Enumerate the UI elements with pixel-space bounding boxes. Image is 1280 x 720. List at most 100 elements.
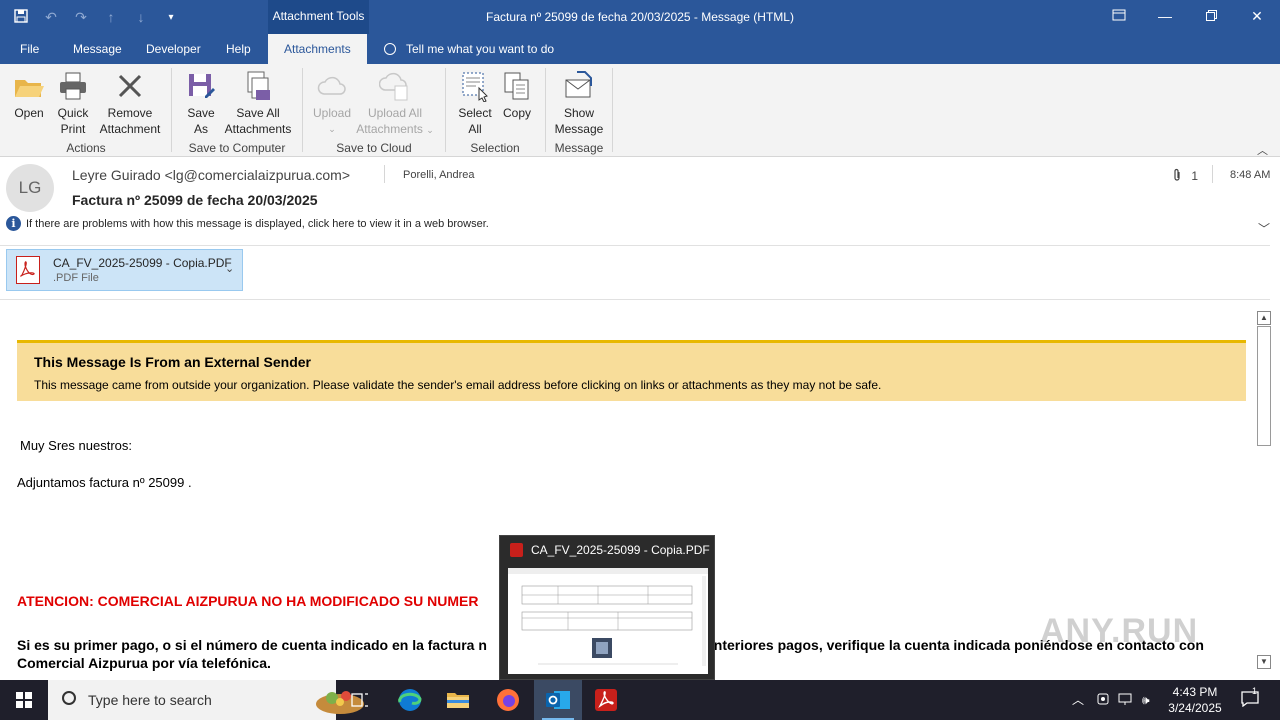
- recipient[interactable]: Porelli, Andrea: [403, 169, 475, 181]
- quick-print-label-2: Print: [60, 122, 86, 136]
- info-text: If there are problems with how this mess…: [26, 217, 489, 230]
- show-message-icon: [563, 70, 595, 102]
- scroll-up-icon[interactable]: ▲: [1257, 311, 1271, 325]
- body-paragraph-start: Si es su primer pago, o si el número de …: [17, 637, 487, 653]
- pdf-file-icon: [16, 256, 40, 284]
- customize-qat-icon[interactable]: ▾: [162, 12, 180, 23]
- attachment-count-value: 1: [1191, 169, 1199, 183]
- copy-label: Copy: [502, 106, 531, 120]
- attachment-item[interactable]: CA_FV_2025-25099 - Copia.PDF .PDF File ⌄: [6, 249, 243, 291]
- clock-date: 3/24/2025: [1168, 701, 1222, 715]
- task-view-icon[interactable]: [336, 680, 384, 720]
- remove-label-1: Remove: [107, 106, 153, 120]
- outlook-icon[interactable]: [534, 680, 582, 720]
- info-bar[interactable]: i If there are problems with how this me…: [6, 216, 489, 231]
- banner-text: This message came from outside your orga…: [34, 378, 882, 392]
- preview-header: CA_FV_2025-25099 - Copia.PDF: [510, 543, 710, 557]
- quick-print-button[interactable]: Quick Print: [52, 70, 94, 137]
- volume-icon[interactable]: 🕪: [1142, 680, 1150, 720]
- tab-file[interactable]: File: [20, 34, 39, 64]
- firefox-icon[interactable]: [484, 680, 532, 720]
- windows-logo-icon: [16, 692, 32, 708]
- select-all-icon: [459, 70, 491, 103]
- group-label-selection: Selection: [470, 141, 520, 155]
- vertical-scrollbar[interactable]: ▲ ▼: [1256, 310, 1274, 670]
- show-message-label-1: Show: [563, 106, 595, 120]
- printer-icon: [57, 70, 89, 102]
- cloud-upload-icon: [316, 70, 348, 102]
- pdf-thumbnail: [508, 568, 708, 674]
- maximize-icon[interactable]: [1188, 0, 1234, 34]
- upload-all-button[interactable]: Upload All Attachments ⌄: [354, 70, 436, 138]
- save-as-button[interactable]: Save As: [180, 70, 222, 137]
- greeting: Muy Sres nuestros:: [20, 438, 132, 453]
- notification-center-icon[interactable]: 1: [1236, 680, 1264, 720]
- clock-time: 4:43 PM: [1172, 685, 1218, 699]
- copy-icon: [501, 70, 533, 102]
- taskbar-thumbnail-preview[interactable]: CA_FV_2025-25099 - Copia.PDF: [499, 535, 715, 680]
- select-all-button[interactable]: Select All: [454, 70, 496, 137]
- save-icon[interactable]: [12, 8, 30, 26]
- banner-title: This Message Is From an External Sender: [34, 354, 311, 370]
- tab-message[interactable]: Message: [73, 34, 122, 64]
- search-placeholder: Type here to search: [88, 692, 212, 708]
- attachment-dropdown-icon[interactable]: ⌄: [225, 262, 234, 275]
- tab-attachments[interactable]: Attachments: [268, 34, 367, 64]
- acrobat-taskbar-icon[interactable]: [582, 680, 630, 720]
- scroll-down-icon[interactable]: ▼: [1257, 655, 1271, 669]
- redo-icon[interactable]: ↷: [72, 9, 90, 26]
- start-button[interactable]: [0, 680, 48, 720]
- meet-now-icon[interactable]: [1096, 680, 1110, 720]
- warning-heading: ATENCION: COMERCIAL AIZPURUA NO HA MODIF…: [17, 593, 479, 609]
- divider: [0, 245, 1270, 246]
- group-separator: [545, 68, 546, 152]
- group-separator: [302, 68, 303, 152]
- network-icon[interactable]: [1118, 680, 1134, 720]
- save-as-icon: [185, 70, 217, 102]
- tell-me-search[interactable]: Tell me what you want to do: [384, 34, 554, 64]
- save-all-label-1: Save All: [236, 106, 280, 120]
- title-bar: ↶ ↷ ↑ ↓ ▾ Attachment Tools Factura nº 25…: [0, 0, 1280, 34]
- show-message-button[interactable]: Show Message: [553, 70, 605, 137]
- upload-button[interactable]: Upload ⌄: [310, 70, 354, 137]
- undo-icon[interactable]: ↶: [42, 9, 60, 26]
- ribbon-display-options-icon[interactable]: [1096, 0, 1142, 34]
- remove-label-2: Attachment: [99, 122, 161, 136]
- select-all-label-2: All: [468, 122, 482, 136]
- scrollbar-thumb[interactable]: [1257, 326, 1271, 446]
- show-hidden-icons[interactable]: ︿: [1072, 680, 1084, 720]
- close-icon[interactable]: ✕: [1234, 0, 1280, 34]
- notification-count: 1: [1252, 686, 1258, 696]
- window-title: Factura nº 25099 de fecha 20/03/2025 - M…: [486, 10, 794, 24]
- remove-attachment-button[interactable]: Remove Attachment: [96, 70, 164, 137]
- previous-item-icon[interactable]: ↑: [102, 9, 120, 25]
- collapse-ribbon-icon[interactable]: ︿: [1257, 142, 1268, 158]
- next-item-icon[interactable]: ↓: [132, 9, 150, 25]
- sender[interactable]: Leyre Guirado <lg@comercialaizpurua.com>: [72, 167, 350, 183]
- tab-help[interactable]: Help: [226, 34, 251, 64]
- minimize-icon[interactable]: —: [1142, 0, 1188, 34]
- select-all-label-1: Select: [458, 106, 492, 120]
- taskbar-clock[interactable]: 4:43 PM 3/24/2025: [1160, 684, 1230, 716]
- lightbulb-icon: [384, 43, 396, 55]
- acrobat-icon: [510, 543, 523, 557]
- save-all-icon: [242, 70, 274, 102]
- save-all-attachments-button[interactable]: Save All Attachments: [222, 70, 294, 137]
- expand-header-icon[interactable]: ﹀: [1258, 220, 1270, 237]
- body-line: Adjuntamos factura nº 25099 .: [17, 475, 192, 490]
- taskbar-search[interactable]: Type here to search: [48, 680, 364, 720]
- open-button[interactable]: Open: [8, 70, 50, 121]
- body-paragraph-end: Comercial Aizpurua por vía telefónica.: [17, 655, 271, 671]
- file-explorer-icon[interactable]: [434, 680, 482, 720]
- avatar: LG: [6, 164, 54, 212]
- edge-icon[interactable]: [386, 680, 434, 720]
- copy-button[interactable]: Copy: [498, 70, 536, 121]
- group-label-actions: Actions: [66, 141, 106, 155]
- folder-open-icon: [13, 70, 45, 102]
- divider: [1212, 165, 1213, 183]
- tab-developer[interactable]: Developer: [146, 34, 201, 64]
- group-separator: [171, 68, 172, 152]
- quick-print-label-1: Quick: [57, 106, 89, 120]
- external-sender-banner: This Message Is From an External Sender …: [17, 340, 1246, 401]
- subject: Factura nº 25099 de fecha 20/03/2025: [72, 192, 318, 208]
